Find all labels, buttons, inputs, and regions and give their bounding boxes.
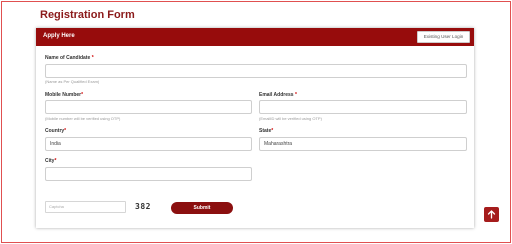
- state-select[interactable]: Maharashtra: [259, 137, 467, 151]
- required-mark: *: [54, 158, 57, 164]
- state-label-text: State: [259, 128, 272, 134]
- captcha-code: 382: [135, 202, 151, 211]
- name-label-text: Name of Candidate: [45, 55, 91, 61]
- city-label: City*: [45, 158, 56, 164]
- required-mark: *: [64, 128, 67, 134]
- page-title: Registration Form: [40, 9, 135, 21]
- name-hint: (Name as Per Qualified Exam): [45, 79, 100, 84]
- card-header-title: Apply Here: [43, 33, 75, 39]
- city-select[interactable]: [45, 167, 252, 181]
- card-header: Apply Here Existing User Login: [36, 28, 474, 46]
- country-select[interactable]: India: [45, 137, 252, 151]
- email-input[interactable]: [259, 100, 467, 114]
- state-label: State*: [259, 128, 273, 134]
- mobile-hint: (Mobile number will be verified using OT…: [45, 116, 121, 121]
- country-label-text: Country: [45, 128, 65, 134]
- name-label: Name of Candidate *: [45, 55, 94, 61]
- email-hint: (EmailID will be verified using OTP): [259, 116, 322, 121]
- email-label-text: Email Address: [259, 92, 294, 98]
- required-mark: *: [81, 92, 84, 98]
- scroll-to-top-button[interactable]: [484, 207, 499, 222]
- captcha-input[interactable]: Captcha: [45, 201, 126, 213]
- existing-user-login-button[interactable]: Existing User Login: [417, 31, 470, 43]
- mobile-input[interactable]: [45, 100, 252, 114]
- registration-card: Apply Here Existing User Login Name of C…: [36, 28, 474, 228]
- required-mark: *: [294, 92, 297, 98]
- mobile-label-text: Mobile Number: [45, 92, 82, 98]
- mobile-label: Mobile Number*: [45, 92, 83, 98]
- email-label: Email Address *: [259, 92, 297, 98]
- required-mark: *: [271, 128, 274, 134]
- arrow-up-icon: [487, 210, 496, 219]
- country-label: Country*: [45, 128, 66, 134]
- submit-button[interactable]: Submit: [171, 202, 233, 214]
- required-mark: *: [91, 55, 94, 61]
- name-input[interactable]: [45, 64, 467, 78]
